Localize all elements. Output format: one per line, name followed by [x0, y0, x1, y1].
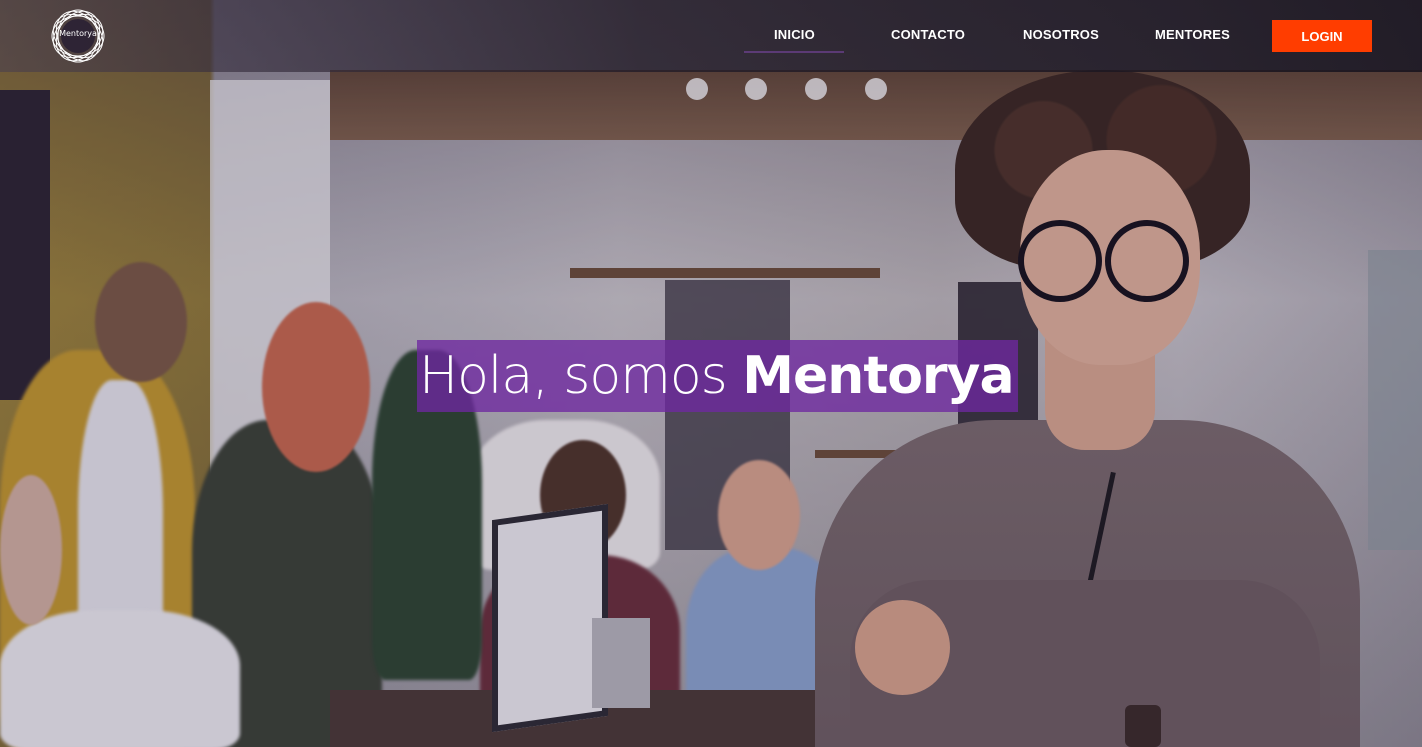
- hero-title: Hola, somos Mentorya: [417, 340, 1018, 412]
- logo-text: Mentorya: [59, 29, 97, 38]
- brand-logo[interactable]: Mentorya: [50, 8, 106, 64]
- top-navbar: Mentorya INICIO CONTACTO NOSOTROS MENTOR…: [0, 0, 1422, 72]
- nav-contacto[interactable]: CONTACTO: [891, 27, 965, 42]
- hero-title-prefix: Hola, somos: [419, 346, 743, 406]
- hero-title-brand: Mentorya: [742, 346, 1014, 406]
- nav-inicio[interactable]: INICIO: [774, 27, 815, 42]
- nav-mentores[interactable]: MENTORES: [1155, 27, 1230, 42]
- active-nav-indicator: [744, 51, 844, 53]
- hero-section: Mentorya INICIO CONTACTO NOSOTROS MENTOR…: [0, 0, 1422, 747]
- nav-nosotros[interactable]: NOSOTROS: [1023, 27, 1099, 42]
- login-button[interactable]: LOGIN: [1272, 20, 1372, 52]
